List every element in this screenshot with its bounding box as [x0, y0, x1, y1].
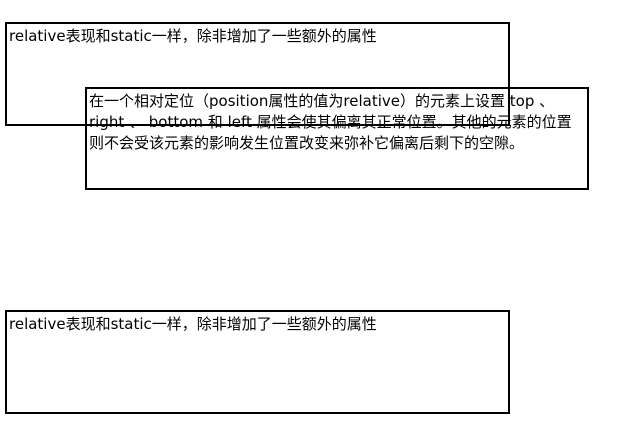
- static-box-top-text: relative表现和static一样，除非增加了一些额外的属性: [9, 27, 377, 45]
- relative-offset-box: 在一个相对定位（position属性的值为relative）的元素上设置 top…: [85, 87, 589, 190]
- static-box-bottom-text: relative表现和static一样，除非增加了一些额外的属性: [9, 315, 377, 333]
- relative-offset-box-text: 在一个相对定位（position属性的值为relative）的元素上设置 top…: [89, 92, 572, 152]
- static-box-bottom: relative表现和static一样，除非增加了一些额外的属性: [5, 310, 510, 414]
